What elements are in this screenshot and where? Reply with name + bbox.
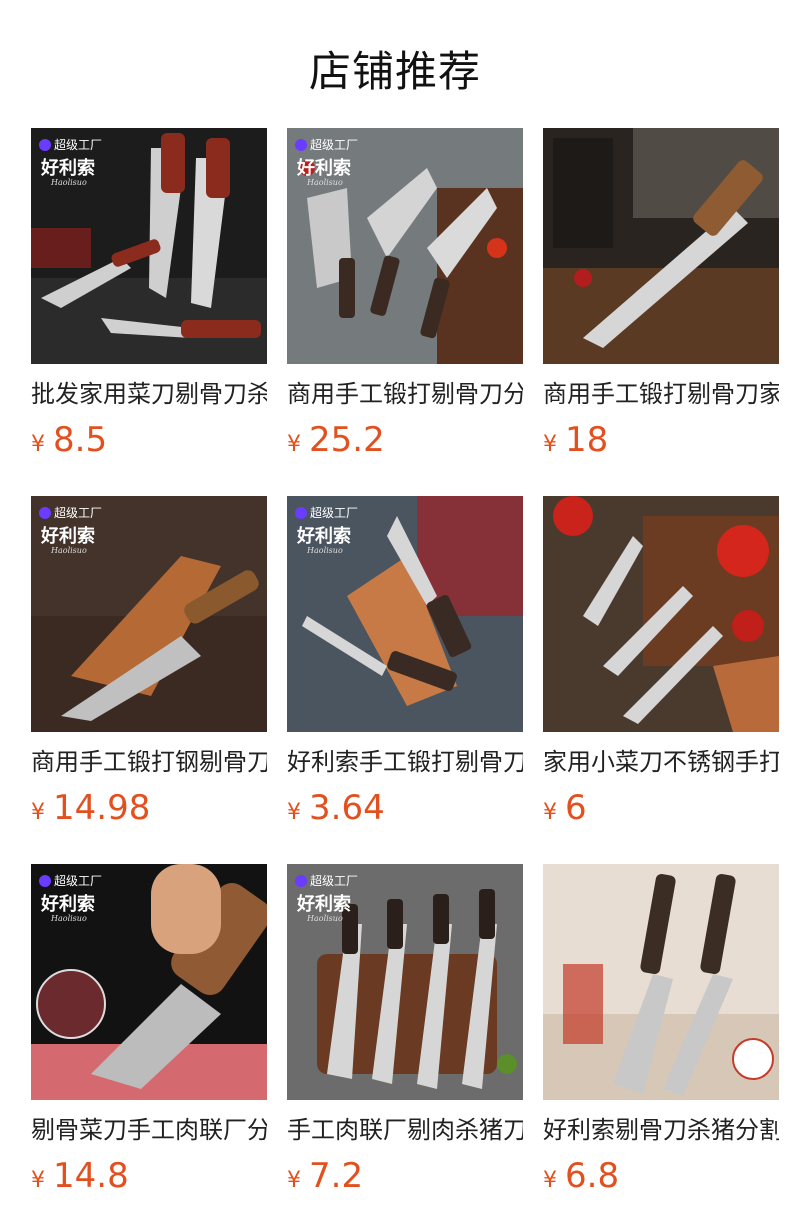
- brand-logo-sub: Haolisuo: [307, 546, 343, 555]
- product-title[interactable]: 商用手工锻打钢剔骨刀: [31, 746, 267, 778]
- product-title[interactable]: 剔骨菜刀手工肉联厂分: [31, 1114, 267, 1146]
- product-price: ¥25.2: [287, 420, 385, 460]
- product-title[interactable]: 商用手工锻打剔骨刀分: [287, 378, 523, 410]
- product-price: ¥6: [543, 788, 587, 828]
- product-image[interactable]: [543, 128, 779, 364]
- badge-icon: [39, 506, 51, 519]
- product-image[interactable]: 超级工厂 好利索 Haolisuo: [31, 496, 267, 732]
- product-card[interactable]: 超级工厂 好利索 Haolisuo 好利索手工锻打剔骨刀 ¥3.64: [287, 496, 523, 864]
- product-card[interactable]: 超级工厂 好利索 Haolisuo 批发家用菜刀剔骨刀杀 ¥8.5: [31, 128, 267, 496]
- brand-logo-sub: Haolisuo: [51, 914, 87, 923]
- product-card[interactable]: 超级工厂 好利索 Haolisuo 手工肉联厂剔肉杀猪刀 ¥7.2: [287, 864, 523, 1232]
- product-title[interactable]: 家用小菜刀不锈钢手打: [543, 746, 779, 778]
- brand-logo-sub: Haolisuo: [307, 914, 343, 923]
- product-title[interactable]: 手工肉联厂剔肉杀猪刀: [287, 1114, 523, 1146]
- page-title: 店铺推荐: [308, 47, 481, 96]
- product-price: ¥14.98: [31, 788, 151, 828]
- factory-badge: 超级工厂: [39, 504, 102, 521]
- product-title[interactable]: 批发家用菜刀剔骨刀杀: [31, 378, 267, 410]
- product-price: ¥8.5: [31, 420, 108, 460]
- brand-logo: 好利索: [297, 526, 351, 547]
- product-title[interactable]: 好利索手工锻打剔骨刀: [287, 746, 523, 778]
- product-image[interactable]: 超级工厂 好利索 Haolisuo: [31, 128, 267, 364]
- brand-logo: 好利索: [297, 158, 351, 179]
- brand-logo-sub: Haolisuo: [307, 178, 343, 187]
- product-card[interactable]: 超级工厂 好利索 Haolisuo 剔骨菜刀手工肉联厂分 ¥14.8: [31, 864, 267, 1232]
- brand-logo: 好利索: [41, 158, 95, 179]
- badge-icon: [295, 874, 307, 887]
- factory-badge: 超级工厂: [295, 136, 358, 153]
- product-price: ¥6.8: [543, 1156, 620, 1196]
- product-title[interactable]: 商用手工锻打剔骨刀家: [543, 378, 779, 410]
- product-grid: 超级工厂 好利索 Haolisuo 批发家用菜刀剔骨刀杀 ¥8.5 超级工厂 好…: [31, 128, 779, 1232]
- product-image[interactable]: [543, 864, 779, 1100]
- product-title[interactable]: 好利索剔骨刀杀猪分割: [543, 1114, 779, 1146]
- brand-logo-sub: Haolisuo: [51, 178, 87, 187]
- brand-logo-sub: Haolisuo: [51, 546, 87, 555]
- product-card[interactable]: 商用手工锻打剔骨刀家 ¥18: [543, 128, 779, 496]
- factory-badge: 超级工厂: [295, 872, 358, 889]
- factory-badge: 超级工厂: [39, 872, 102, 889]
- product-image[interactable]: 超级工厂 好利索 Haolisuo: [287, 128, 523, 364]
- badge-icon: [295, 138, 307, 151]
- badge-icon: [295, 506, 307, 519]
- product-price: ¥7.2: [287, 1156, 364, 1196]
- product-card[interactable]: 好利索剔骨刀杀猪分割 ¥6.8: [543, 864, 779, 1232]
- product-price: ¥18: [543, 420, 609, 460]
- factory-badge: 超级工厂: [295, 504, 358, 521]
- factory-badge: 超级工厂: [39, 136, 102, 153]
- product-card[interactable]: 超级工厂 好利索 Haolisuo 商用手工锻打剔骨刀分 ¥25.2: [287, 128, 523, 496]
- product-price: ¥14.8: [31, 1156, 129, 1196]
- brand-logo: 好利索: [297, 894, 351, 915]
- brand-logo: 好利索: [41, 526, 95, 547]
- product-card[interactable]: 家用小菜刀不锈钢手打 ¥6: [543, 496, 779, 864]
- badge-icon: [39, 874, 51, 887]
- brand-logo: 好利索: [41, 894, 95, 915]
- product-image[interactable]: 超级工厂 好利索 Haolisuo: [287, 864, 523, 1100]
- product-price: ¥3.64: [287, 788, 385, 828]
- product-image[interactable]: [543, 496, 779, 732]
- product-card[interactable]: 超级工厂 好利索 Haolisuo 商用手工锻打钢剔骨刀 ¥14.98: [31, 496, 267, 864]
- badge-icon: [39, 138, 51, 151]
- product-image[interactable]: 超级工厂 好利索 Haolisuo: [31, 864, 267, 1100]
- product-image[interactable]: 超级工厂 好利索 Haolisuo: [287, 496, 523, 732]
